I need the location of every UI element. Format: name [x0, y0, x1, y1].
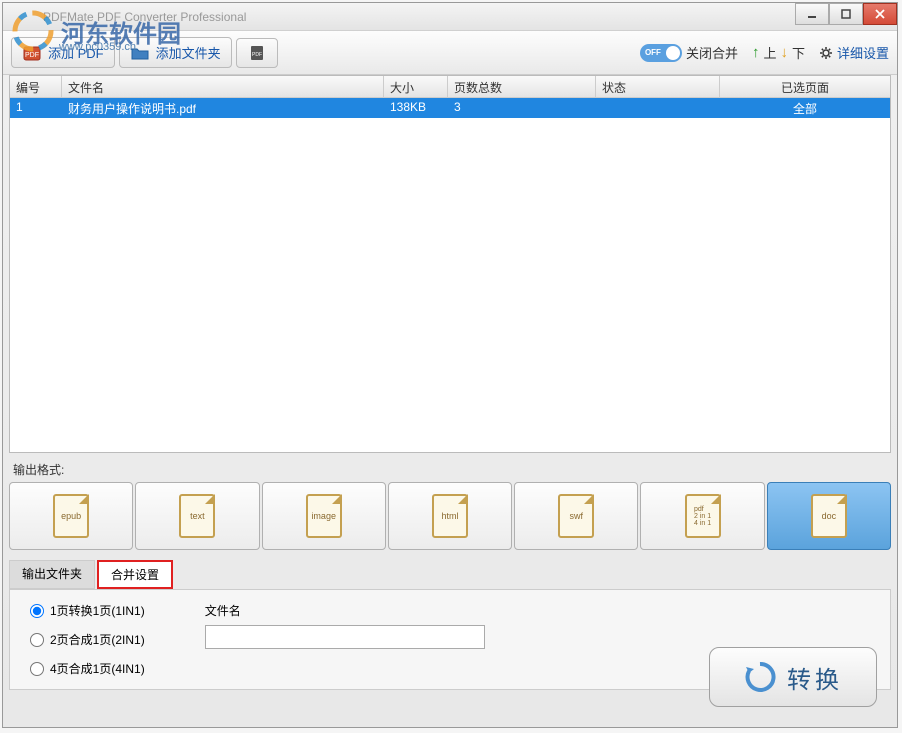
- convert-label: 转换: [787, 660, 843, 695]
- tabs: 输出文件夹 合并设置: [9, 560, 891, 590]
- col-size[interactable]: 大小: [384, 76, 448, 97]
- col-selected[interactable]: 已选页面: [720, 76, 890, 97]
- watermark-text: 河东软件园: [61, 14, 181, 49]
- cell-size: 138KB: [384, 98, 448, 118]
- output-format-label: 输出格式:: [9, 461, 891, 478]
- settings-button[interactable]: 详细设置: [819, 43, 889, 62]
- radio-2in1-label: 2页合成1页(2IN1): [50, 631, 145, 648]
- filename-input[interactable]: [205, 625, 485, 649]
- format-image[interactable]: image: [262, 482, 386, 550]
- radio-4in1[interactable]: 4页合成1页(4IN1): [30, 660, 145, 677]
- down-arrow-icon[interactable]: ↓: [780, 44, 788, 61]
- radio-1in1[interactable]: 1页转换1页(1IN1): [30, 602, 145, 619]
- settings-label: 详细设置: [837, 43, 889, 62]
- merge-toggle[interactable]: OFF: [640, 44, 682, 62]
- col-status[interactable]: 状态: [596, 76, 720, 97]
- close-merge-label: 关闭合并: [686, 43, 738, 62]
- convert-button[interactable]: 转换: [709, 647, 877, 707]
- svg-text:PDF: PDF: [252, 52, 262, 58]
- format-text[interactable]: text: [135, 482, 259, 550]
- radio-1in1-label: 1页转换1页(1IN1): [50, 602, 145, 619]
- tab-output-folder[interactable]: 输出文件夹: [9, 560, 95, 589]
- cell-status: [596, 98, 720, 118]
- radio-2in1-input[interactable]: [30, 633, 44, 647]
- file-table: 编号 文件名 大小 页数总数 状态 已选页面 1 财务用户操作说明书.pdf 1…: [9, 75, 891, 453]
- format-buttons: epub text image html swf pdf 2 in 1 4 in…: [9, 482, 891, 550]
- close-button[interactable]: [863, 3, 897, 25]
- down-label: 下: [792, 43, 805, 62]
- cell-name: 财务用户操作说明书.pdf: [62, 98, 384, 118]
- tab-merge-settings[interactable]: 合并设置: [97, 560, 173, 589]
- minimize-button[interactable]: [795, 3, 829, 25]
- col-name[interactable]: 文件名: [62, 76, 384, 97]
- pdf-page-icon: PDF: [247, 44, 267, 62]
- filename-label: 文件名: [205, 602, 485, 619]
- convert-icon: [743, 660, 777, 694]
- table-header: 编号 文件名 大小 页数总数 状态 已选页面: [10, 76, 890, 98]
- cell-selected: 全部: [720, 98, 890, 118]
- toggle-state: OFF: [645, 48, 661, 57]
- radio-4in1-label: 4页合成1页(4IN1): [50, 660, 145, 677]
- maximize-button[interactable]: [829, 3, 863, 25]
- toggle-knob: [666, 46, 680, 60]
- watermark-logo-icon: [11, 9, 55, 53]
- format-html[interactable]: html: [388, 482, 512, 550]
- format-pdf[interactable]: pdf 2 in 1 4 in 1: [640, 482, 764, 550]
- radio-2in1[interactable]: 2页合成1页(2IN1): [30, 631, 145, 648]
- format-doc[interactable]: doc: [767, 482, 891, 550]
- col-pages[interactable]: 页数总数: [448, 76, 596, 97]
- format-epub[interactable]: epub: [9, 482, 133, 550]
- cell-pages: 3: [448, 98, 596, 118]
- watermark: 河东软件园: [11, 9, 181, 53]
- col-num[interactable]: 编号: [10, 76, 62, 97]
- pdf-tool-button[interactable]: PDF: [236, 38, 278, 68]
- format-swf[interactable]: swf: [514, 482, 638, 550]
- up-label: 上: [763, 43, 776, 62]
- table-row[interactable]: 1 财务用户操作说明书.pdf 138KB 3 全部: [10, 98, 890, 118]
- radio-1in1-input[interactable]: [30, 604, 44, 618]
- up-arrow-icon[interactable]: ↑: [752, 44, 760, 61]
- cell-num: 1: [10, 98, 62, 118]
- gear-icon: [819, 46, 833, 60]
- radio-4in1-input[interactable]: [30, 662, 44, 676]
